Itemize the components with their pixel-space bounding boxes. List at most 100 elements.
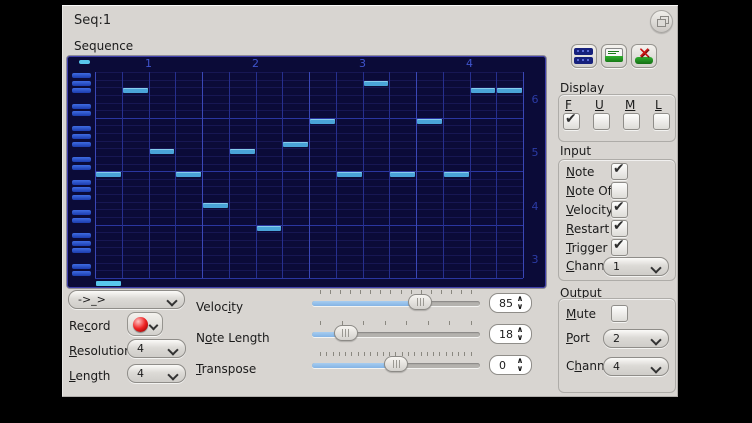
input-check-row: Note✔ — [559, 163, 675, 182]
sequence-note[interactable] — [364, 81, 389, 86]
output-port-combobox[interactable]: 2 — [603, 329, 669, 348]
spinbox-value: 85 — [499, 297, 513, 310]
resolution-combobox[interactable]: 4 — [127, 339, 186, 358]
display-group-frame: F✔UML — [558, 94, 676, 142]
keyboard-key-mark — [72, 218, 91, 223]
input-checkbox[interactable]: ✔ — [611, 163, 628, 180]
sequence-note[interactable] — [176, 172, 201, 177]
delete-button[interactable]: ✕ — [631, 44, 657, 68]
chevron-down-icon — [167, 369, 178, 380]
keyboard-key-mark — [72, 264, 91, 269]
mute-checkbox[interactable] — [611, 305, 628, 322]
record-button[interactable] — [127, 312, 163, 336]
keyboard-key-mark — [72, 180, 91, 185]
keyboard-key-mark — [72, 248, 91, 253]
screen-background: { "window": { "title": "Seq:1" }, "toolb… — [0, 0, 752, 423]
keyboard-key-mark — [72, 81, 91, 86]
sequence-note[interactable] — [497, 88, 522, 93]
display-f-checkbox[interactable]: ✔ — [563, 113, 580, 130]
check-icon: ✔ — [613, 161, 625, 177]
window-title: Seq:1 — [74, 13, 111, 28]
seq-dock-window: Seq:1 Sequence 12346543 ✕ ->_> Record Re… — [62, 5, 678, 397]
check-label: Restart — [566, 222, 609, 236]
sequence-note[interactable] — [390, 172, 415, 177]
loop-mode-value: ->_> — [78, 293, 106, 306]
restore-icon — [657, 19, 666, 27]
slider-handle[interactable] — [408, 294, 432, 310]
octave-label: 3 — [527, 253, 543, 266]
sequence-note[interactable] — [310, 119, 335, 124]
input-checkbox[interactable]: ✔ — [611, 201, 628, 218]
chevron-down-icon — [166, 295, 177, 306]
keyboard-key-mark — [72, 73, 91, 78]
display-l-checkbox[interactable] — [653, 113, 670, 130]
spin-down-icon[interactable]: ∨ — [515, 365, 525, 373]
sequence-note[interactable] — [203, 203, 228, 208]
note-length-slider[interactable] — [312, 321, 480, 345]
sequence-note[interactable] — [257, 226, 282, 231]
slider-track[interactable] — [312, 301, 480, 306]
sequence-note[interactable] — [444, 172, 469, 177]
check-label: Note Off — [566, 184, 616, 198]
rename-icon — [605, 48, 623, 63]
input-checkbox[interactable]: ✔ — [611, 220, 628, 237]
display-option-label: L — [655, 98, 662, 112]
sequence-note[interactable] — [230, 149, 255, 154]
note-length-label: Note Length — [196, 331, 270, 345]
loop-mode-combobox[interactable]: ->_> — [68, 290, 185, 309]
sequence-note[interactable] — [471, 88, 496, 93]
output-port-value: 2 — [613, 332, 620, 345]
grid-column-line — [256, 72, 257, 278]
keyboard-key-mark — [72, 111, 91, 116]
slider-handle[interactable] — [384, 356, 408, 372]
grid-column-line — [470, 72, 471, 278]
rename-button[interactable] — [601, 44, 627, 68]
grid-column-line — [122, 72, 123, 278]
octave-label: 5 — [527, 146, 543, 159]
duplicate-pattern-icon — [574, 48, 593, 66]
input-checkbox[interactable] — [611, 182, 628, 199]
check-icon: ✔ — [613, 218, 625, 234]
sequence-note[interactable] — [123, 88, 148, 93]
note-length-spinbox[interactable]: 18 ∧∨ — [489, 324, 532, 344]
piano-roll-editor[interactable]: 12346543 — [66, 55, 547, 289]
input-group-frame: Note✔Note OffVelocity✔Restart✔Trigger✔ C… — [558, 159, 676, 281]
slider-fill — [312, 301, 420, 306]
duplicate-pattern-button[interactable] — [571, 44, 597, 68]
length-combobox[interactable]: 4 — [127, 364, 186, 383]
input-check-row: Trigger✔ — [559, 239, 675, 258]
check-icon: ✔ — [565, 111, 577, 127]
spin-down-icon[interactable]: ∨ — [515, 334, 525, 342]
sequence-note[interactable] — [417, 119, 442, 124]
playback-cursor — [96, 281, 121, 286]
input-group-title: Input — [560, 144, 591, 158]
sequence-note[interactable] — [337, 172, 362, 177]
sequence-note[interactable] — [150, 149, 175, 154]
keyboard-key-mark — [72, 165, 91, 170]
spin-down-icon[interactable]: ∨ — [515, 303, 525, 311]
grid-column-line — [363, 72, 364, 278]
display-u-checkbox[interactable] — [593, 113, 610, 130]
slider-handle[interactable] — [334, 325, 358, 341]
display-m-checkbox[interactable] — [623, 113, 640, 130]
chevron-down-icon — [167, 344, 178, 355]
input-checkbox[interactable]: ✔ — [611, 239, 628, 256]
sequence-note[interactable] — [283, 142, 308, 147]
mute-label: Mute — [566, 307, 596, 321]
input-channel-value: 1 — [613, 260, 620, 273]
transpose-spinbox[interactable]: 0 ∧∨ — [489, 355, 532, 375]
input-channel-combobox[interactable]: 1 — [603, 257, 669, 276]
beat-number-label: 2 — [202, 57, 309, 69]
keyboard-key-mark — [72, 233, 91, 238]
velocity-slider[interactable] — [312, 290, 480, 314]
float-button[interactable] — [650, 10, 673, 33]
sequence-note[interactable] — [96, 172, 121, 177]
transpose-slider[interactable] — [312, 352, 480, 376]
chevron-down-icon — [650, 362, 661, 373]
grid-column-line — [416, 72, 417, 278]
output-channel-combobox[interactable]: 4 — [603, 357, 669, 376]
check-icon: ✔ — [613, 237, 625, 253]
chevron-down-icon — [650, 334, 661, 345]
velocity-spinbox[interactable]: 85 ∧∨ — [489, 293, 532, 313]
keyboard-key-mark — [72, 134, 91, 139]
